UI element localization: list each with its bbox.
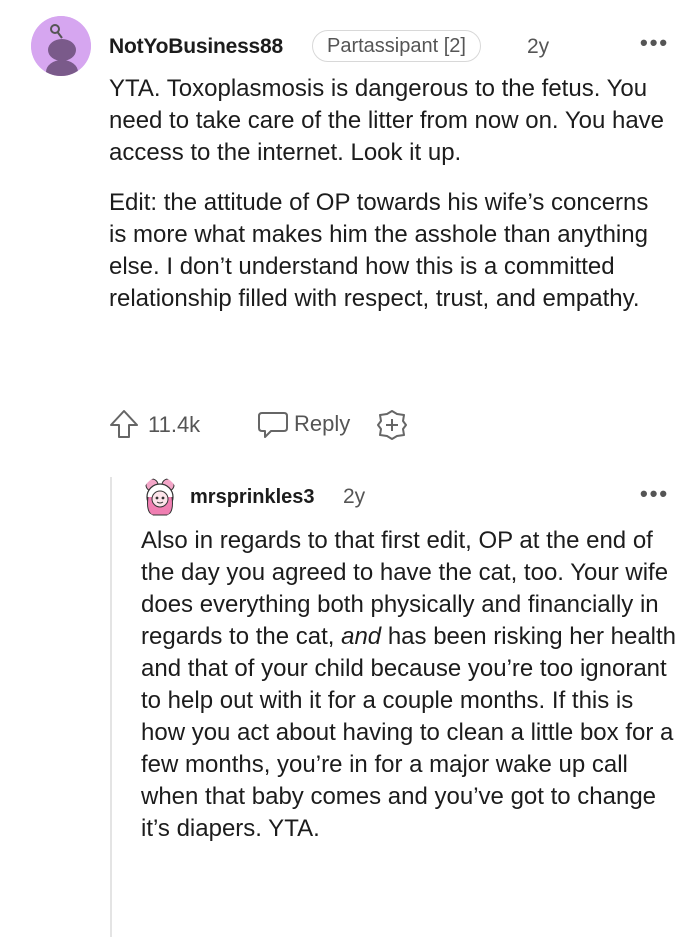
user-flair-badge: Partassipant [2] xyxy=(312,30,481,62)
comment-paragraph: YTA. Toxoplasmosis is dangerous to the f… xyxy=(109,75,665,166)
thread-line[interactable] xyxy=(110,477,112,937)
award-plus-icon[interactable] xyxy=(375,408,409,447)
comment-body: YTA. Toxoplasmosis is dangerous to the f… xyxy=(109,73,669,333)
snoo-avatar-icon[interactable] xyxy=(31,16,91,76)
comment-timestamp: 2y xyxy=(527,35,550,58)
reply-more-options-icon[interactable]: ••• xyxy=(640,481,669,507)
reply-text: has been risking her health and that of … xyxy=(141,623,677,842)
reply-username[interactable]: mrsprinkles3 xyxy=(190,486,315,509)
comment-paragraph: Edit: the attitude of OP towards his wif… xyxy=(109,189,649,312)
more-options-icon[interactable]: ••• xyxy=(640,30,669,56)
user-avatar-icon[interactable] xyxy=(142,477,178,517)
reply-body: Also in regards to that first edit, OP a… xyxy=(141,525,676,845)
reply-timestamp: 2y xyxy=(343,485,366,508)
vote-count: 11.4k xyxy=(148,412,201,437)
upvote-arrow-icon[interactable] xyxy=(107,407,141,446)
comment-username[interactable]: NotYoBusiness88 xyxy=(109,35,283,59)
reply-text-emphasis: and xyxy=(341,623,382,650)
reply-button[interactable]: Reply xyxy=(294,411,350,437)
speech-bubble-icon[interactable] xyxy=(256,407,290,446)
